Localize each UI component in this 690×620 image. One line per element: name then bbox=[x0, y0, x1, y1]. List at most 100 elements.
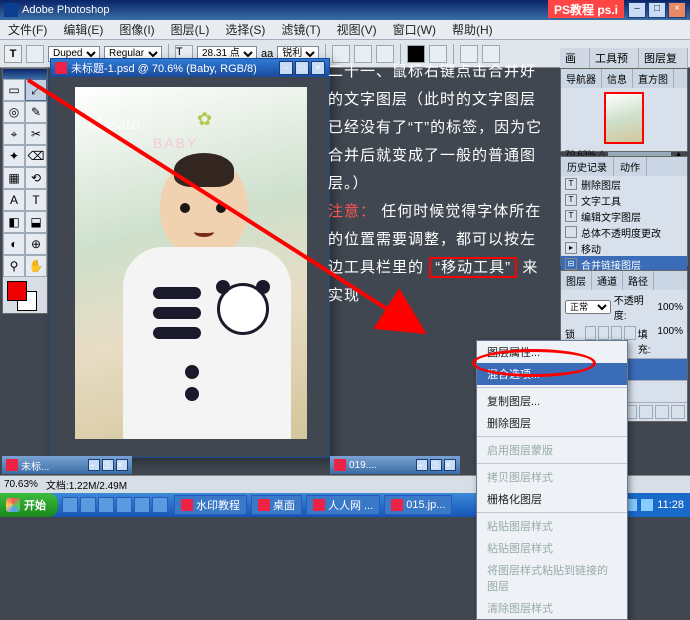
lock-transparency-button[interactable] bbox=[585, 326, 596, 340]
tab-channels[interactable]: 通道 bbox=[592, 271, 623, 290]
menu-layer[interactable]: 图层(L) bbox=[163, 19, 218, 40]
ql-icon[interactable] bbox=[116, 497, 132, 513]
menu-select[interactable]: 选择(S) bbox=[217, 19, 273, 40]
tool-button-10[interactable]: A bbox=[3, 189, 25, 211]
tray-icon[interactable] bbox=[641, 499, 653, 511]
flower-icon: ✿ bbox=[197, 109, 215, 127]
tab-info[interactable]: 信息 bbox=[602, 69, 633, 88]
maximize-button[interactable]: □ bbox=[648, 2, 666, 18]
context-menu-item: 粘贴图层样式 bbox=[477, 515, 627, 537]
tool-button-0[interactable]: ▭ bbox=[3, 79, 25, 101]
tool-button-17[interactable]: ✋ bbox=[25, 255, 47, 277]
history-item[interactable]: T编辑文字图层 bbox=[561, 208, 687, 224]
document-titlebar[interactable]: 未标题-1.psd @ 70.6% (Baby, RGB/8) – □ × bbox=[51, 59, 329, 77]
lock-image-button[interactable] bbox=[598, 326, 609, 340]
menu-view[interactable]: 视图(V) bbox=[329, 19, 385, 40]
menu-file[interactable]: 文件(F) bbox=[0, 19, 55, 40]
menu-help[interactable]: 帮助(H) bbox=[444, 19, 501, 40]
tab-brushes[interactable]: 画笔 bbox=[560, 48, 590, 68]
blend-mode-select[interactable]: 正常 bbox=[565, 300, 611, 314]
ql-icon[interactable] bbox=[134, 497, 150, 513]
tool-button-8[interactable]: ▦ bbox=[3, 167, 25, 189]
overlay-text-baby: BABY bbox=[153, 135, 198, 151]
lock-position-button[interactable] bbox=[611, 326, 622, 340]
menu-image[interactable]: 图像(I) bbox=[111, 19, 162, 40]
layer-context-menu: 图层属性...混合选项...复制图层...删除图层启用图层蒙版拷贝图层样式栅格化… bbox=[476, 340, 628, 620]
history-item[interactable]: T文字工具 bbox=[561, 192, 687, 208]
tab-histogram[interactable]: 直方图 bbox=[633, 69, 674, 88]
fill-value[interactable]: 100% bbox=[657, 326, 683, 356]
tab-layercomps[interactable]: 图层复合 bbox=[639, 48, 688, 68]
docmin-1[interactable]: 未标... –□× bbox=[2, 456, 132, 474]
context-menu-item: 粘贴图层样式 bbox=[477, 537, 627, 559]
tab-history[interactable]: 历史记录 bbox=[561, 157, 614, 176]
tool-button-13[interactable]: ⬓ bbox=[25, 211, 47, 233]
taskbar-task[interactable]: 015.jp... bbox=[384, 495, 452, 515]
context-menu-item: 将图层样式粘贴到链接的图层 bbox=[477, 559, 627, 597]
ql-icon[interactable] bbox=[62, 497, 78, 513]
ql-icon[interactable] bbox=[98, 497, 114, 513]
history-step-icon: T bbox=[565, 178, 577, 190]
tool-button-11[interactable]: T bbox=[25, 189, 47, 211]
tool-button-12[interactable]: ◧ bbox=[3, 211, 25, 233]
tab-toolpresets[interactable]: 工具预设 bbox=[590, 48, 639, 68]
context-menu-item[interactable]: 复制图层... bbox=[477, 390, 627, 412]
tutorial-boxed-move-tool: “移动工具” bbox=[429, 257, 517, 278]
doc-maximize-button[interactable]: □ bbox=[295, 61, 309, 75]
tool-button-9[interactable]: ⟲ bbox=[25, 167, 47, 189]
lock-all-button[interactable] bbox=[624, 326, 635, 340]
layer-new-button[interactable] bbox=[655, 405, 669, 419]
layer-delete-button[interactable] bbox=[671, 405, 685, 419]
menu-filter[interactable]: 滤镜(T) bbox=[273, 19, 328, 40]
tool-button-2[interactable]: ◎ bbox=[3, 101, 25, 123]
tool-button-6[interactable]: ✦ bbox=[3, 145, 25, 167]
tool-button-4[interactable]: ⌖ bbox=[3, 123, 25, 145]
status-zoom[interactable]: 70.63% bbox=[4, 479, 38, 490]
tool-button-1[interactable]: ⤢ bbox=[25, 79, 47, 101]
tool-button-16[interactable]: ⚲ bbox=[3, 255, 25, 277]
history-item[interactable]: ▸移动 bbox=[561, 240, 687, 256]
status-docsize: 文档:1.22M/2.49M bbox=[46, 477, 127, 492]
history-item[interactable]: 总体不透明度更改 bbox=[561, 224, 687, 240]
tool-button-14[interactable]: ◐ bbox=[3, 233, 25, 255]
ql-icon[interactable] bbox=[80, 497, 96, 513]
tool-button-5[interactable]: ✂ bbox=[25, 123, 47, 145]
taskbar-task[interactable]: 桌面 bbox=[251, 495, 302, 515]
orientation-toggle[interactable] bbox=[26, 45, 44, 63]
doc-minimize-button[interactable]: – bbox=[279, 61, 293, 75]
tool-button-3[interactable]: ✎ bbox=[25, 101, 47, 123]
context-menu-item[interactable]: 混合选项... bbox=[477, 363, 627, 385]
close-button[interactable]: × bbox=[668, 2, 686, 18]
color-swatches[interactable] bbox=[3, 277, 47, 313]
zoom-slider[interactable] bbox=[608, 152, 671, 156]
tab-paths[interactable]: 路径 bbox=[623, 271, 654, 290]
tool-button-15[interactable]: ⊕ bbox=[25, 233, 47, 255]
tab-layers[interactable]: 图层 bbox=[561, 271, 592, 290]
opacity-value[interactable]: 100% bbox=[657, 302, 683, 313]
clock[interactable]: 11:28 bbox=[657, 499, 684, 511]
taskbar-task[interactable]: 人人网 ... bbox=[306, 495, 380, 515]
taskbar-task[interactable]: 水印教程 bbox=[174, 495, 247, 515]
document-canvas[interactable]: Masato ✿ BABY bbox=[75, 87, 307, 439]
docmin-2[interactable]: 019.... –□× bbox=[330, 456, 460, 474]
minimize-button[interactable]: – bbox=[628, 2, 646, 18]
tab-actions[interactable]: 动作 bbox=[614, 157, 647, 176]
context-menu-item: 拷贝图层样式 bbox=[477, 466, 627, 488]
task-icon bbox=[258, 499, 270, 511]
context-menu-item[interactable]: 图层属性... bbox=[477, 341, 627, 363]
tab-navigator[interactable]: 导航器 bbox=[561, 69, 602, 88]
context-menu-item[interactable]: 栅格化图层 bbox=[477, 488, 627, 510]
ql-icon[interactable] bbox=[152, 497, 168, 513]
context-menu-item[interactable]: 删除图层 bbox=[477, 412, 627, 434]
start-button[interactable]: 开始 bbox=[0, 493, 58, 517]
doc-close-button[interactable]: × bbox=[311, 61, 325, 75]
tool-button-7[interactable]: ⌫ bbox=[25, 145, 47, 167]
fill-label: 填充: bbox=[638, 326, 656, 356]
tutorial-p1: 二十一、鼠标右键点击合并好的文字图层（此时的文字图层已经没有了“T”的标签，因为… bbox=[328, 63, 542, 192]
menu-window[interactable]: 窗口(W) bbox=[385, 19, 444, 40]
menu-edit[interactable]: 编辑(E) bbox=[55, 19, 111, 40]
layer-adjust-button[interactable] bbox=[639, 405, 653, 419]
history-item[interactable]: T删除图层 bbox=[561, 176, 687, 192]
navigator-preview[interactable] bbox=[604, 92, 644, 144]
foreground-color[interactable] bbox=[7, 281, 27, 301]
